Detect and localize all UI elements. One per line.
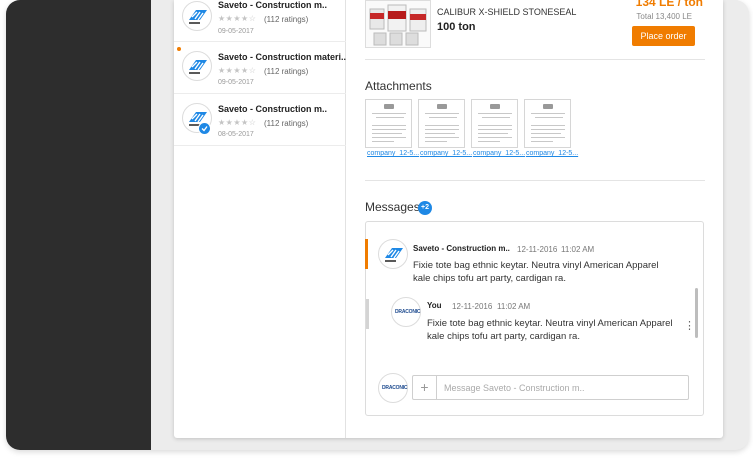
saveto-logo-icon: [182, 1, 212, 31]
conversation-name: Saveto - Construction m..: [218, 104, 328, 114]
saveto-logo-icon: [378, 239, 408, 269]
rating-stars-icon: ★★★★☆: [218, 14, 257, 23]
product-image: [365, 0, 431, 48]
conversation-date: 09-05-2017: [218, 28, 254, 35]
message-text: Fixie tote bag ethnic keytar. Neutra vin…: [413, 260, 659, 284]
total-price: Total 13,400 LE: [636, 12, 692, 21]
message-time: 11:02 AM: [497, 302, 531, 311]
divider: [365, 59, 705, 60]
attachment-thumbnail[interactable]: [524, 99, 571, 148]
conversation-name: Saveto - Construction m..: [218, 0, 328, 10]
add-attachment-icon[interactable]: +: [413, 376, 437, 399]
attachment-thumbnail[interactable]: [418, 99, 465, 148]
attachment-thumbnail[interactable]: [365, 99, 412, 148]
message-thread: Saveto - Construction m.. 12-11-2016 11:…: [365, 221, 704, 416]
attachment-link[interactable]: company_12-5...: [473, 150, 525, 157]
product-name: CALIBUR X-SHIELD STONESEAL: [437, 7, 577, 17]
attachment-link[interactable]: company_12-5...: [420, 150, 472, 157]
conversation-list: Saveto - Construction m.. ★★★★☆ (112 rat…: [174, 0, 346, 438]
ratings-count: (112 ratings): [264, 15, 309, 24]
conversation-item[interactable]: Saveto - Construction materi.. ★★★★☆ (11…: [174, 42, 346, 94]
draconic-avatar: DRACONIC: [391, 297, 421, 327]
attachment-link[interactable]: company_12-5...: [367, 150, 419, 157]
active-message-indicator: [365, 239, 368, 269]
message-input[interactable]: [444, 380, 684, 395]
rfq-card: Saveto - Construction m.. ★★★★☆ (112 rat…: [174, 0, 723, 438]
attachment-link[interactable]: company_12-5...: [526, 150, 578, 157]
unread-indicator: [177, 47, 181, 51]
conversation-date: 08-05-2017: [218, 131, 254, 138]
reply-indicator: [366, 299, 369, 329]
message-time: 11:02 AM: [561, 245, 595, 254]
avatar-brand: DRACONIC: [395, 309, 421, 315]
verified-badge-icon: [198, 122, 211, 135]
product-quantity: 100 ton: [437, 21, 476, 33]
dark-sidebar: [6, 0, 151, 450]
request-detail: CALIBUR X-SHIELD STONESEAL 100 ton 134 L…: [347, 0, 723, 438]
attachment-thumbnail[interactable]: [471, 99, 518, 148]
divider: [365, 180, 705, 181]
rating-stars-icon: ★★★★☆: [218, 118, 257, 127]
ratings-count: (112 ratings): [264, 119, 309, 128]
conversation-name: Saveto - Construction materi..: [218, 52, 347, 62]
message-date: 12-11-2016: [452, 302, 493, 311]
message-composer: +: [412, 375, 689, 400]
conversation-item[interactable]: Saveto - Construction m.. ★★★★☆ (112 rat…: [174, 0, 346, 42]
conversation-item[interactable]: Saveto - Construction m.. ★★★★☆ (112 rat…: [174, 94, 346, 146]
draconic-avatar: DRACONIC: [378, 373, 408, 403]
message-sender: You: [427, 301, 442, 310]
place-order-button[interactable]: Place order: [632, 26, 695, 46]
more-options-icon[interactable]: ⋮: [684, 319, 695, 332]
saveto-logo-icon: [182, 51, 212, 81]
ratings-count: (112 ratings): [264, 67, 309, 76]
message-sender: Saveto - Construction m..: [413, 244, 510, 253]
message-text: Fixie tote bag ethnic keytar. Neutra vin…: [427, 318, 673, 342]
new-messages-badge: +2: [418, 201, 432, 215]
unit-price: 134 LE / ton: [635, 0, 703, 9]
message-date: 12-11-2016: [517, 245, 558, 254]
avatar-brand: DRACONIC: [382, 385, 408, 391]
scrollbar[interactable]: [695, 288, 698, 338]
attachments-title: Attachments: [365, 79, 432, 93]
conversation-date: 09-05-2017: [218, 79, 254, 86]
rating-stars-icon: ★★★★☆: [218, 66, 257, 75]
messages-title: Messages: [365, 200, 420, 214]
